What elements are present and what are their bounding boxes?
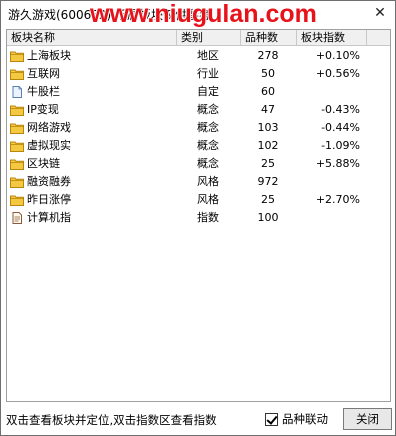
row-name: 昨日涨停 [27, 193, 71, 206]
row-count: 47 [261, 103, 275, 116]
row-type: 地区 [197, 49, 219, 62]
row-type: 概念 [197, 121, 219, 134]
row-type: 风格 [197, 193, 219, 206]
table-row[interactable]: 牛股栏 自定 60 [7, 83, 390, 101]
row-name: 网络游戏 [27, 121, 71, 134]
table-row[interactable]: 融资融券 风格 972 [7, 173, 390, 191]
row-type: 概念 [197, 139, 219, 152]
row-index: +0.56% [315, 67, 360, 80]
table-row[interactable]: 虚拟现实 概念 102 -1.09% [7, 137, 390, 155]
link-checkbox[interactable] [265, 412, 278, 426]
row-type: 概念 [197, 157, 219, 170]
row-type: 指数 [197, 211, 219, 224]
hint-text: 双击查看板块并定位,双击指数区查看指数 [6, 413, 217, 427]
column-header-count[interactable]: 品种数 [241, 30, 297, 46]
table-row[interactable]: IP变现 概念 47 -0.43% [7, 101, 390, 119]
row-index [300, 209, 372, 227]
row-name: 上海板块 [27, 49, 71, 62]
footer-bar: 双击查看板块并定位,双击指数区查看指数 品种联动 关闭 [6, 407, 392, 431]
row-type: 概念 [197, 103, 219, 116]
row-name: 互联网 [27, 67, 60, 80]
close-window-icon[interactable]: ✕ [371, 4, 389, 22]
list-body: 上海板块 地区 278 +0.10% 互联网 行业 50 +0.56% 牛股栏 自定 60 IP变现概… [7, 47, 390, 227]
row-index: -1.09% [321, 139, 360, 152]
row-type: 风格 [197, 175, 219, 188]
column-header-name[interactable]: 板块名称 [7, 30, 177, 46]
row-type: 自定 [197, 85, 219, 98]
row-type: 行业 [197, 67, 219, 80]
row-count: 102 [257, 139, 279, 152]
row-count: 278 [257, 49, 279, 62]
row-count: 60 [261, 85, 275, 98]
table-row[interactable]: 区块链 概念 25 +5.88% [7, 155, 390, 173]
row-count: 972 [257, 175, 279, 188]
row-count: 25 [261, 157, 275, 170]
sector-list[interactable]: 板块名称 类别 品种数 板块指数 上海板块 地区 278 +0.10% 互联网 行业 50 +… [6, 29, 391, 402]
table-row[interactable]: 上海板块 地区 278 +0.10% [7, 47, 390, 65]
table-row[interactable]: 昨日涨停 风格 25 +2.70% [7, 191, 390, 209]
row-index: -0.43% [321, 103, 360, 116]
table-row[interactable]: 互联网 行业 50 +0.56% [7, 65, 390, 83]
title-bar[interactable]: 游久游戏(600652) 所属板块仅供参考 www.niugulan.com ✕ [2, 0, 395, 28]
link-checkbox-label[interactable]: 品种联动 [282, 412, 328, 426]
link-toggle[interactable]: 品种联动 [265, 411, 328, 427]
row-index [300, 173, 372, 191]
row-count: 25 [261, 193, 275, 206]
row-count: 103 [257, 121, 279, 134]
row-name: 牛股栏 [27, 85, 60, 98]
table-row[interactable]: 计算机指 指数 100 [7, 209, 390, 227]
column-header-index[interactable]: 板块指数 [297, 30, 367, 46]
row-name: IP变现 [27, 103, 59, 116]
row-count: 100 [257, 211, 279, 224]
table-row[interactable]: 网络游戏 概念 103 -0.44% [7, 119, 390, 137]
row-count: 50 [261, 67, 275, 80]
row-name: 融资融券 [27, 175, 71, 188]
row-index: +2.70% [315, 193, 360, 206]
row-index: +0.10% [315, 49, 360, 62]
dialog-window: 游久游戏(600652) 所属板块仅供参考 www.niugulan.com ✕… [0, 0, 396, 436]
list-header: 板块名称 类别 品种数 板块指数 [7, 30, 390, 46]
column-header-type[interactable]: 类别 [177, 30, 241, 46]
row-name: 虚拟现实 [27, 139, 71, 152]
row-index: -0.44% [321, 121, 360, 134]
row-name: 计算机指 [27, 211, 71, 224]
row-index: +5.88% [315, 157, 360, 170]
row-name: 区块链 [27, 157, 60, 170]
row-index [300, 83, 372, 101]
watermark-text: www.niugulan.com [90, 0, 317, 28]
close-button[interactable]: 关闭 [343, 408, 392, 430]
